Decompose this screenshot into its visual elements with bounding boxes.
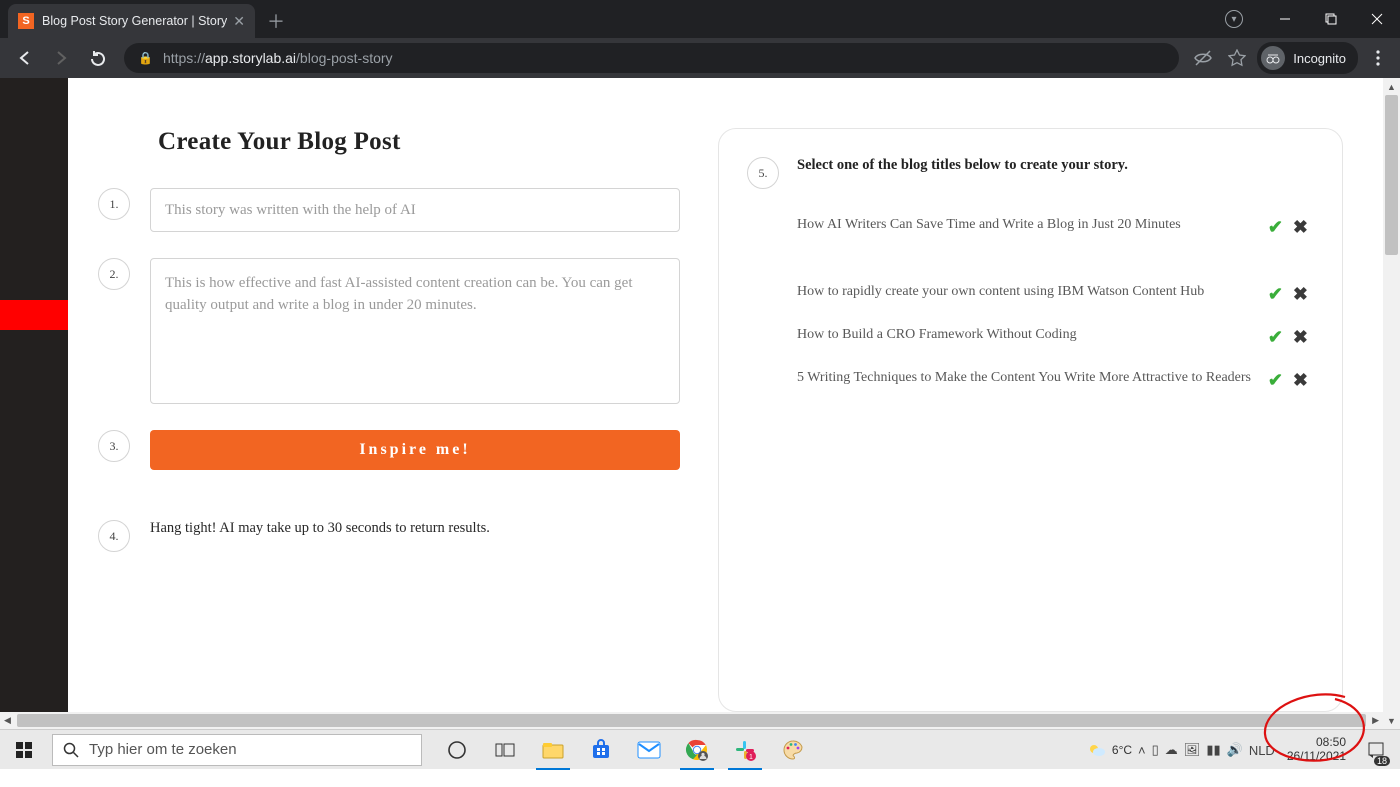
vertical-scrollbar[interactable]: ▲ ▼ <box>1383 78 1400 729</box>
tray-photos-icon[interactable]: 🖼 <box>1184 742 1201 758</box>
hscroll-thumb[interactable] <box>17 714 1366 727</box>
url-text: https://app.storylab.ai/blog-post-story <box>163 50 393 66</box>
lock-icon: 🔒 <box>138 51 153 65</box>
notification-count: 18 <box>1374 756 1390 766</box>
suggestion-row: How AI Writers Can Save Time and Write a… <box>747 209 1308 252</box>
taskbar-cortana-icon[interactable] <box>434 730 480 770</box>
new-tab-button[interactable]: ＋ <box>255 4 297 38</box>
suggestion-text[interactable]: How to Build a CRO Framework Without Cod… <box>797 325 1258 345</box>
browser-viewport: Create Your Blog Post 1. This story was … <box>0 78 1400 729</box>
step-bubble-5: 5. <box>747 157 779 189</box>
taskbar-temp: 6°C <box>1112 743 1132 757</box>
taskbar-search-placeholder: Typ hier om te zoeken <box>89 741 237 758</box>
account-status-icon[interactable]: ▾ <box>1216 0 1262 38</box>
suggestion-text[interactable]: How AI Writers Can Save Time and Write a… <box>797 215 1258 235</box>
window-maximize-button[interactable] <box>1308 0 1354 38</box>
tray-chevron-icon[interactable]: ˄ <box>1138 743 1146 758</box>
step-bubble-3: 3. <box>98 430 130 462</box>
scroll-left-icon[interactable]: ◀ <box>4 715 11 726</box>
page-background: Create Your Blog Post 1. This story was … <box>0 78 1383 712</box>
svg-text:1: 1 <box>749 754 753 761</box>
page-sheet: Create Your Blog Post 1. This story was … <box>68 78 1383 712</box>
taskbar-slack-icon[interactable]: 1 <box>722 730 768 770</box>
window-minimize-button[interactable] <box>1262 0 1308 38</box>
results-panel: 5. Select one of the blog titles below t… <box>718 128 1343 712</box>
hang-tight-text: Hang tight! AI may take up to 30 seconds… <box>150 520 490 537</box>
tab-title: Blog Post Story Generator | Story <box>42 14 227 28</box>
taskbar-apps: 1 <box>434 730 816 770</box>
scroll-right-icon[interactable]: ▶ <box>1372 715 1379 726</box>
step-bubble-1: 1. <box>98 188 130 220</box>
tray-volume-icon[interactable]: 🔊 <box>1227 742 1243 758</box>
suggestion-row: How to Build a CRO Framework Without Cod… <box>747 319 1308 362</box>
taskbar-notifications-button[interactable]: 18 <box>1358 730 1394 770</box>
tray-battery-icon[interactable]: ▮▮ <box>1206 742 1220 758</box>
weather-icon <box>1087 741 1107 759</box>
reject-icon[interactable]: ✖ <box>1293 327 1308 348</box>
accept-icon[interactable]: ✔ <box>1268 327 1283 348</box>
description-textarea[interactable]: This is how effective and fast AI-assist… <box>150 258 680 404</box>
windows-logo-icon <box>16 742 32 758</box>
suggestion-row: 5 Writing Techniques to Make the Content… <box>747 362 1308 405</box>
tray-icons[interactable]: ˄ ▯ ☁ 🖼 ▮▮ 🔊 NLD <box>1138 742 1275 758</box>
nav-back-button[interactable] <box>8 41 42 75</box>
window-close-button[interactable] <box>1354 0 1400 38</box>
accept-icon[interactable]: ✔ <box>1268 370 1283 391</box>
scroll-down-icon[interactable]: ▼ <box>1383 712 1400 729</box>
step-bubble-4: 4. <box>98 520 130 552</box>
taskbar-search-input[interactable]: Typ hier om te zoeken <box>52 734 422 766</box>
form-column: Create Your Blog Post 1. This story was … <box>158 128 688 712</box>
taskbar-explorer-icon[interactable] <box>530 730 576 770</box>
incognito-label: Incognito <box>1293 51 1346 66</box>
taskbar-date: 26/11/2021 <box>1287 750 1346 764</box>
start-button[interactable] <box>0 730 48 770</box>
scroll-thumb[interactable] <box>1385 95 1398 255</box>
taskbar-chrome-icon[interactable] <box>674 730 720 770</box>
results-instruction: Select one of the blog titles below to c… <box>797 157 1128 174</box>
taskbar-time: 08:50 <box>1287 736 1346 750</box>
taskbar-mail-icon[interactable] <box>626 730 672 770</box>
scroll-up-icon[interactable]: ▲ <box>1383 78 1400 95</box>
horizontal-scrollbar[interactable]: ◀ ▶ <box>0 712 1383 729</box>
address-bar[interactable]: 🔒 https://app.storylab.ai/blog-post-stor… <box>124 43 1179 73</box>
description-text: This is how effective and fast AI-assist… <box>165 275 633 313</box>
browser-tab[interactable]: S Blog Post Story Generator | Story ✕ <box>8 4 255 38</box>
inspire-me-button[interactable]: Inspire me! <box>150 430 680 470</box>
reject-icon[interactable]: ✖ <box>1293 370 1308 391</box>
step-bubble-2: 2. <box>98 258 130 290</box>
incognito-icon <box>1261 46 1285 70</box>
taskbar-taskview-icon[interactable] <box>482 730 528 770</box>
tray-onedrive-icon[interactable]: ☁ <box>1165 742 1178 758</box>
topic-input[interactable]: This story was written with the help of … <box>150 188 680 232</box>
nav-reload-button[interactable] <box>80 41 114 75</box>
reject-icon[interactable]: ✖ <box>1293 284 1308 305</box>
suggestion-text[interactable]: How to rapidly create your own content u… <box>797 282 1258 302</box>
suggestion-row: How to rapidly create your own content u… <box>747 252 1308 319</box>
accept-icon[interactable]: ✔ <box>1268 284 1283 305</box>
bookmark-star-icon[interactable] <box>1223 44 1251 72</box>
browser-toolbar: 🔒 https://app.storylab.ai/blog-post-stor… <box>0 38 1400 78</box>
tab-close-icon[interactable]: ✕ <box>233 13 245 30</box>
nav-forward-button[interactable] <box>44 41 78 75</box>
tracking-eye-icon[interactable] <box>1189 44 1217 72</box>
suggestion-text[interactable]: 5 Writing Techniques to Make the Content… <box>797 368 1258 388</box>
topic-input-text: This story was written with the help of … <box>165 202 416 219</box>
tray-language[interactable]: NLD <box>1249 743 1275 758</box>
accept-icon[interactable]: ✔ <box>1268 217 1283 238</box>
sidebar-red-accent <box>0 300 68 330</box>
taskbar-clock[interactable]: 08:50 26/11/2021 <box>1281 736 1352 764</box>
search-icon <box>63 742 79 758</box>
reject-icon[interactable]: ✖ <box>1293 217 1308 238</box>
browser-menu-button[interactable] <box>1364 44 1392 72</box>
tab-favicon: S <box>18 13 34 29</box>
incognito-indicator[interactable]: Incognito <box>1257 42 1358 74</box>
page-title: Create Your Blog Post <box>158 128 688 156</box>
windows-taskbar: Typ hier om te zoeken 1 6°C ˄ ▯ ☁ 🖼 ▮▮ 🔊… <box>0 729 1400 769</box>
system-tray: 6°C ˄ ▯ ☁ 🖼 ▮▮ 🔊 NLD 08:50 26/11/2021 18 <box>1081 730 1400 770</box>
taskbar-paint-icon[interactable] <box>770 730 816 770</box>
taskbar-weather[interactable]: 6°C <box>1087 741 1132 759</box>
tray-battery-icon2[interactable]: ▯ <box>1152 742 1159 758</box>
taskbar-store-icon[interactable] <box>578 730 624 770</box>
browser-titlebar: S Blog Post Story Generator | Story ✕ ＋ … <box>0 0 1400 38</box>
